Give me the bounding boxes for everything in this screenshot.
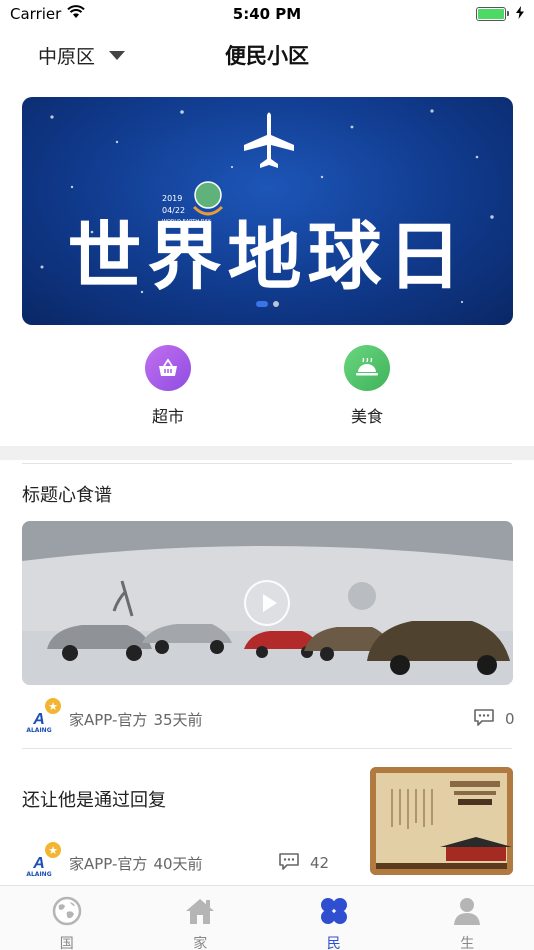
author-avatar[interactable]: A ALAING ★ bbox=[25, 696, 63, 734]
airplane-icon bbox=[244, 112, 294, 168]
article-meta: A ALAING ★ 家APP-官方 35天前 bbox=[25, 696, 203, 734]
globe-icon bbox=[52, 896, 82, 930]
person-icon bbox=[452, 896, 482, 930]
poster-image bbox=[370, 767, 513, 875]
wifi-icon bbox=[67, 5, 86, 23]
supermarket-label: 超市 bbox=[151, 407, 184, 426]
charging-icon bbox=[516, 5, 524, 23]
article-meta: A ALAING ★ 家APP-官方 40天前 bbox=[25, 840, 203, 878]
section-title: 标题心食谱 bbox=[22, 485, 112, 506]
section-divider bbox=[0, 446, 534, 460]
banner-page-indicator bbox=[22, 301, 513, 307]
banner-title: 世界地球日 bbox=[67, 214, 468, 300]
food-label: 美食 bbox=[350, 407, 383, 426]
tab-country[interactable]: 国 bbox=[0, 886, 134, 950]
tab-label: 国 bbox=[59, 936, 74, 950]
status-left: Carrier bbox=[10, 5, 86, 23]
basket-icon bbox=[145, 345, 191, 391]
page-dot bbox=[273, 301, 279, 307]
author-avatar[interactable]: A ALAING ★ bbox=[25, 840, 63, 878]
article-video-thumbnail[interactable] bbox=[22, 521, 513, 685]
play-button[interactable] bbox=[244, 580, 290, 626]
post-time: 40天前 bbox=[153, 854, 203, 873]
post-time: 35天前 bbox=[153, 710, 203, 729]
page-dot-active bbox=[256, 301, 268, 307]
food-cloche-icon bbox=[344, 345, 390, 391]
comment-count-button[interactable]: 42 bbox=[278, 852, 329, 874]
tab-label: 生 bbox=[460, 936, 475, 950]
divider-line bbox=[22, 463, 512, 464]
banner-carousel[interactable]: 2019 04/22 WORLD EARTH DAY 世界地球日 bbox=[22, 97, 513, 325]
battery-icon bbox=[476, 7, 509, 21]
status-right bbox=[476, 5, 524, 23]
divider-line bbox=[22, 748, 512, 749]
comment-count: 0 bbox=[505, 710, 515, 728]
comment-icon bbox=[473, 708, 495, 730]
status-bar: Carrier 5:40 PM bbox=[0, 0, 534, 28]
tab-bar: 国 家 民 生 bbox=[0, 885, 534, 950]
page-title: 便民小区 bbox=[225, 44, 309, 68]
tab-home[interactable]: 家 bbox=[134, 886, 268, 950]
author-name: 家APP-官方 bbox=[69, 710, 148, 729]
quick-entry-row: 超市 美食 bbox=[0, 345, 534, 435]
tab-label: 家 bbox=[193, 936, 208, 950]
comment-count: 42 bbox=[310, 854, 330, 872]
house-icon bbox=[184, 896, 216, 930]
nav-bar: 中原区 便民小区 bbox=[0, 30, 534, 80]
star-badge-icon: ★ bbox=[43, 840, 63, 860]
carrier-label: Carrier bbox=[10, 5, 62, 23]
article-thumbnail[interactable] bbox=[370, 767, 513, 875]
star-badge-icon: ★ bbox=[43, 696, 63, 716]
comment-count-button[interactable]: 0 bbox=[473, 708, 515, 730]
tab-people[interactable]: 民 bbox=[267, 886, 401, 950]
author-name: 家APP-官方 bbox=[69, 854, 148, 873]
tab-life[interactable]: 生 bbox=[401, 886, 534, 950]
article-title[interactable]: 还让他是通过回复 bbox=[22, 786, 166, 812]
food-entry[interactable]: 美食 bbox=[317, 345, 417, 427]
supermarket-entry[interactable]: 超市 bbox=[118, 345, 218, 427]
comment-icon bbox=[278, 852, 300, 874]
clover-icon bbox=[319, 896, 349, 930]
tab-label: 民 bbox=[326, 936, 341, 950]
